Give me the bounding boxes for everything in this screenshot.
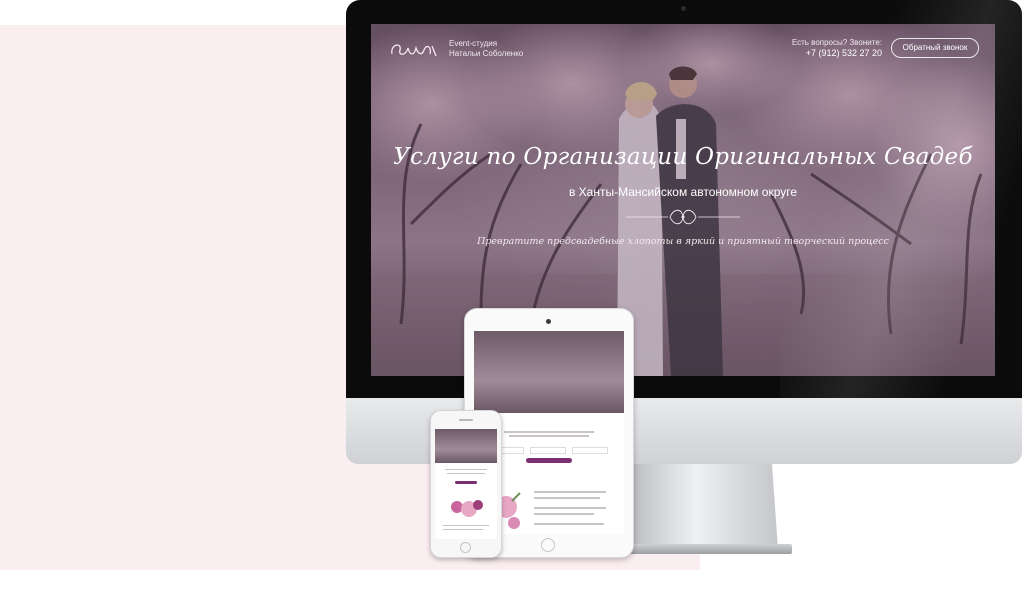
ipad-text-line: [534, 507, 606, 509]
callback-button[interactable]: Обратный звонок: [891, 38, 979, 58]
studio-name-line1: Event-студия: [449, 39, 498, 48]
ipad-home-button: [541, 538, 555, 552]
iphone-screen: [435, 429, 497, 539]
ipad-form-button: [526, 458, 572, 463]
event-script-logo-icon[interactable]: [388, 36, 440, 62]
ipad-text-line: [534, 491, 606, 493]
ipad-form-field: [572, 447, 608, 454]
ipad-text-line: [504, 431, 594, 433]
hero-tagline: Превратите предсвадебные хлопоты в яркий…: [477, 236, 889, 247]
ipad-text-line: [534, 523, 604, 525]
hero-title: Услуги по Организации Оригинальных Сваде…: [393, 144, 973, 170]
imac-foot: [612, 544, 792, 554]
flourish-divider-icon: [626, 209, 740, 225]
iphone-text-line: [443, 525, 489, 526]
hero-subtitle: в Ханты-Мансийском автономном округе: [568, 185, 798, 199]
iphone-text-line: [445, 469, 487, 470]
iphone-text-line: [447, 473, 485, 474]
iphone-home-button: [460, 542, 471, 553]
phone-number[interactable]: +7 (912) 532 27 20: [806, 48, 882, 58]
iphone-device: [430, 410, 502, 558]
ipad-form-field: [530, 447, 566, 454]
mockup-stage: Event-студия Натальи Соболенко Есть вопр…: [0, 0, 1022, 594]
ipad-camera: [546, 319, 551, 324]
questions-label: Есть вопросы? Звоните:: [791, 38, 882, 47]
ipad-hero-image: [474, 331, 624, 413]
imac-camera: [681, 6, 686, 11]
ipad-text-line: [509, 435, 589, 437]
iphone-speaker: [459, 419, 473, 421]
ipad-text-line: [534, 497, 600, 499]
iphone-hero-image: [435, 429, 497, 463]
iphone-flowers-image: [451, 500, 483, 517]
iphone-text-line: [443, 529, 483, 530]
iphone-form-button: [455, 481, 477, 484]
studio-name-line2: Натальи Соболенко: [449, 49, 524, 58]
imac-stand: [628, 464, 778, 550]
ipad-text-line: [534, 513, 594, 515]
